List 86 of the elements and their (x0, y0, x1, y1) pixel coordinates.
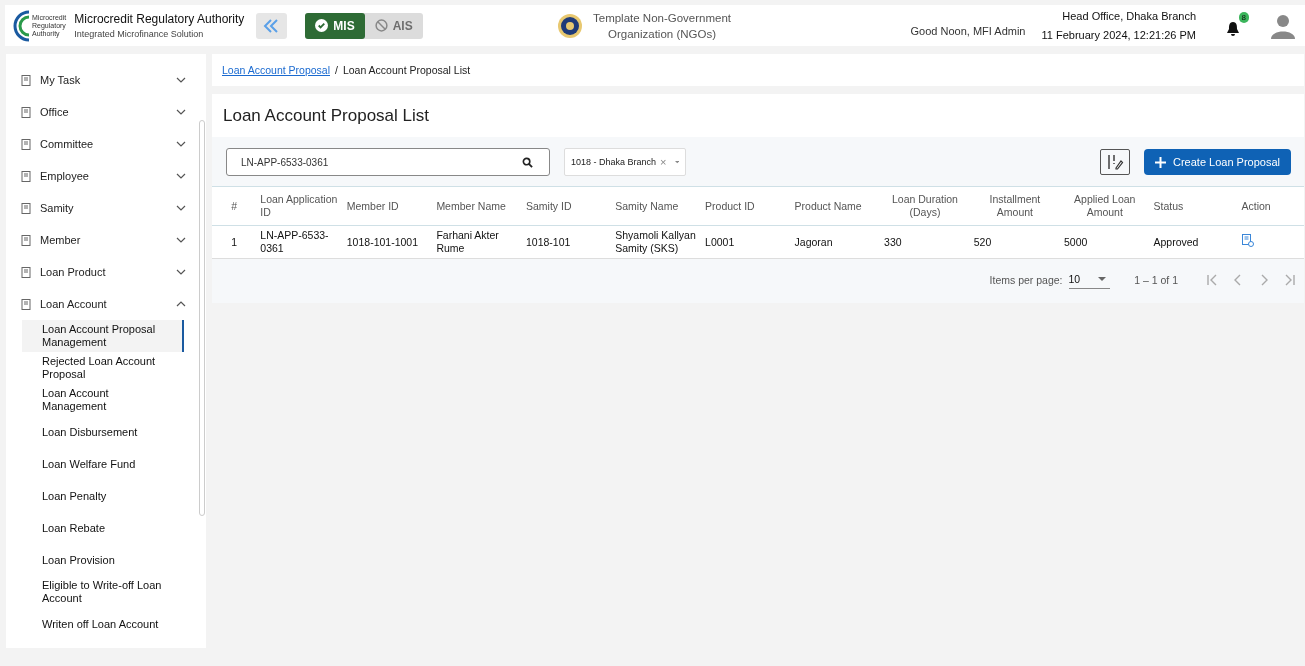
sidebar-menu-item[interactable]: Office (6, 96, 186, 128)
clear-button[interactable]: × (660, 156, 667, 168)
module-toggle[interactable]: MIS (305, 12, 365, 39)
table-cell: 1 (212, 225, 257, 259)
document-icon (21, 202, 32, 214)
document-icon (21, 138, 32, 150)
branch-name: Head Office, Dhaka Branch (1062, 10, 1196, 22)
table-cell: Approved (1149, 225, 1238, 259)
table-cell: 330 (880, 225, 970, 259)
sidebar-submenu-item[interactable]: Loan Account Proposal Management (22, 320, 184, 352)
table-cell: 5000 (1060, 225, 1150, 259)
sidebar-menu-item[interactable]: Committee (6, 128, 186, 160)
column-header: Member Name (432, 186, 522, 226)
column-header: Applied Loan Amount (1060, 186, 1150, 226)
column-header: Product ID (701, 186, 791, 226)
dropdown-caret-icon (1098, 277, 1107, 281)
table-cell: 520 (969, 225, 1060, 259)
column-header: Product Name (790, 186, 881, 226)
table-cell: 1018-101-1001 (342, 225, 433, 259)
sidebar-menu-item[interactable]: Samity (6, 192, 186, 224)
column-header: Action (1237, 186, 1304, 226)
page-title: Loan Account Proposal List (222, 105, 431, 127)
sidebar-submenu-item[interactable]: Loan Penalty (22, 480, 184, 512)
columns-edit-icon (1106, 153, 1124, 171)
sidebar-submenu-item[interactable]: Loan Account Management (22, 384, 184, 416)
sidebar-menu-item[interactable]: Employee (6, 160, 186, 192)
collapse-sidebar-button[interactable] (256, 12, 288, 39)
last-page-icon[interactable] (1284, 274, 1296, 286)
sidebar-submenu-item[interactable]: Loan Disbursement (22, 416, 184, 448)
document-icon (21, 234, 32, 246)
greeting-text: Good Noon, MFI Admin (910, 25, 1026, 37)
create-loan-proposal-button[interactable]: Create Loan Proposal (1144, 149, 1291, 175)
notification-count-badge: 8 (1238, 11, 1249, 23)
table-cell: 1018-101 (521, 225, 612, 259)
page-range: 1 – 1 of 1 (1134, 274, 1178, 286)
dropdown-caret-icon (674, 160, 679, 164)
column-header: Samity ID (521, 186, 612, 226)
column-header: Loan Application ID (256, 186, 343, 226)
search-icon (522, 157, 533, 168)
sidebar-submenu-item[interactable]: Loan Rebate (22, 512, 184, 544)
items-per-page-label: Items per page: (989, 274, 1063, 286)
breadcrumb-current: Loan Account Proposal List (342, 64, 471, 76)
table-cell: Jagoran (790, 225, 881, 259)
document-icon (21, 266, 32, 278)
seal-icon (557, 12, 583, 39)
module-toggle[interactable]: AIS (364, 12, 423, 39)
bell-icon (1226, 20, 1240, 37)
notification-button[interactable]: 8 (1226, 11, 1249, 40)
document-icon (21, 106, 32, 118)
sidebar-menu-item[interactable]: My Task (6, 64, 186, 96)
table-cell: Farhani Akter Rume (432, 225, 522, 259)
sidebar-menu-item[interactable]: Loan Product (6, 256, 186, 288)
column-header: # (212, 186, 257, 226)
breadcrumb-link[interactable]: Loan Account Proposal (222, 64, 330, 76)
sidebar-submenu-item[interactable]: Loan Provision (22, 544, 184, 576)
scrollbar[interactable] (199, 120, 205, 516)
user-avatar-icon[interactable] (1271, 12, 1295, 39)
column-header: Loan Duration (Days) (880, 186, 970, 226)
table-cell: LN-APP-6533-0361 (256, 225, 343, 259)
page-size-select[interactable]: 10 (1068, 271, 1111, 289)
sidebar-submenu-item[interactable]: Rejected Loan Account Proposal (22, 352, 184, 384)
search-field[interactable]: LN-APP-6533-0361 (226, 148, 550, 176)
branch-select[interactable]: 1018 - Dhaka Branch × (564, 148, 686, 176)
plus-icon (1155, 156, 1166, 168)
column-header: Installment Amount (969, 186, 1060, 226)
first-page-icon[interactable] (1206, 274, 1218, 286)
view-document-icon[interactable] (1241, 234, 1254, 247)
sidebar-menu-item[interactable]: Member (6, 224, 186, 256)
organization-subtitle: Integrated Microfinance Solution (74, 29, 205, 39)
document-icon (21, 298, 32, 310)
document-icon (21, 170, 32, 182)
sidebar-submenu-item[interactable]: Eligible to Write-off Loan Account (22, 576, 184, 608)
table-cell: L0001 (701, 225, 791, 259)
column-header: Status (1149, 186, 1238, 226)
organization-name: Microcredit Regulatory Authority (74, 12, 245, 26)
date-time: 11 February 2024, 12:21:26 PM (1041, 29, 1196, 41)
breadcrumb-separator: / (335, 64, 338, 76)
column-settings-button[interactable] (1100, 149, 1130, 175)
sidebar-menu-item[interactable]: Loan Account (6, 288, 186, 320)
column-header: Member ID (342, 186, 433, 226)
document-icon (21, 74, 32, 86)
table-cell: Shyamoli Kallyan Samity (SKS) (611, 225, 702, 259)
sidebar-submenu-item[interactable]: Loan Welfare Fund (22, 448, 184, 480)
column-header: Samity Name (611, 186, 702, 226)
sidebar-submenu-item[interactable]: Writen off Loan Account (22, 608, 184, 640)
ngo-name: Template Non-Government Organization (NGOs) (593, 10, 732, 42)
